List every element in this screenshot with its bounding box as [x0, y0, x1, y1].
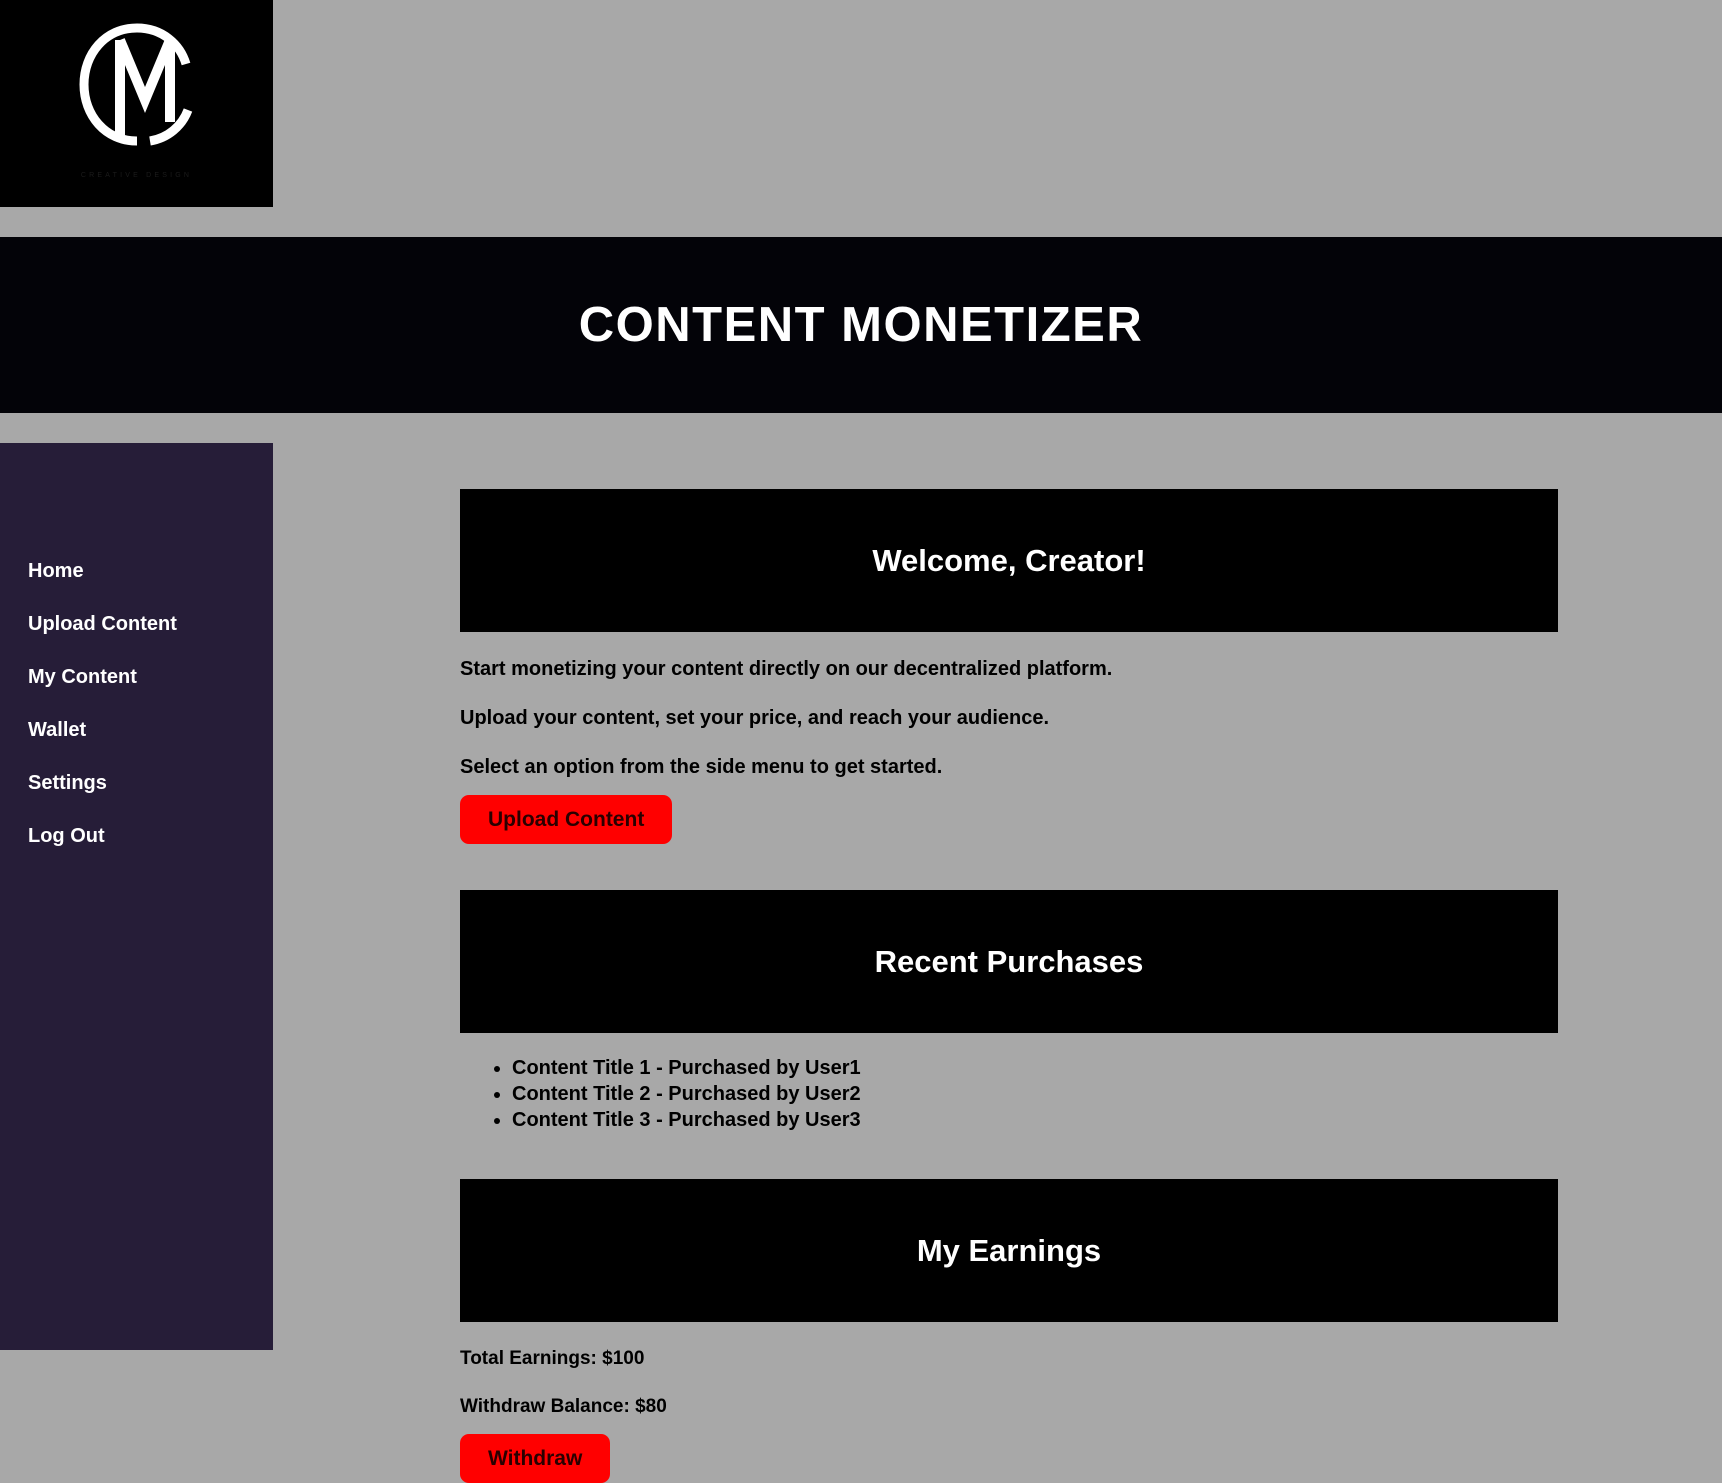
welcome-banner: Welcome, Creator! [460, 489, 1558, 632]
sidebar-item-my-content[interactable]: My Content [0, 659, 273, 712]
brand-logo-panel: CREATIVE DESIGN [0, 0, 273, 207]
sidebar-item-log-out[interactable]: Log Out [0, 818, 273, 871]
sidebar-item-home[interactable]: Home [0, 553, 273, 606]
app-header: CONTENT MONETIZER [0, 237, 1722, 413]
recent-purchases-heading: Recent Purchases [874, 943, 1144, 979]
recent-purchases-list: Content Title 1 - Purchased by User1 Con… [460, 1055, 1560, 1133]
welcome-heading: Welcome, Creator! [872, 542, 1146, 578]
brand-tagline: CREATIVE DESIGN [80, 172, 193, 179]
list-item: Content Title 3 - Purchased by User3 [512, 1107, 1560, 1133]
list-item: Content Title 1 - Purchased by User1 [512, 1055, 1560, 1081]
welcome-paragraph-1: Start monetizing your content directly o… [460, 658, 1113, 680]
list-item: Content Title 2 - Purchased by User2 [512, 1081, 1560, 1107]
my-earnings-banner: My Earnings [460, 1179, 1558, 1322]
sidebar-item-list: Home Upload Content My Content Wallet Se… [0, 553, 273, 871]
cm-monogram-logo-icon [72, 22, 202, 147]
withdraw-balance-value: Withdraw Balance: $80 [460, 1396, 667, 1417]
main-content: Welcome, Creator! Start monetizing your … [460, 443, 1560, 1483]
sidebar-item-settings[interactable]: Settings [0, 765, 273, 818]
recent-purchases-banner: Recent Purchases [460, 890, 1558, 1033]
my-earnings-heading: My Earnings [916, 1232, 1102, 1268]
upload-content-button[interactable]: Upload Content [460, 795, 673, 844]
welcome-paragraph-2: Upload your content, set your price, and… [460, 707, 1050, 729]
total-earnings-value: Total Earnings: $100 [460, 1348, 645, 1369]
withdraw-button[interactable]: Withdraw [460, 1434, 611, 1483]
welcome-paragraph-3: Select an option from the side menu to g… [460, 756, 943, 778]
sidebar-nav: Home Upload Content My Content Wallet Se… [0, 443, 273, 1350]
sidebar-item-upload-content[interactable]: Upload Content [0, 606, 273, 659]
page-title: CONTENT MONETIZER [578, 298, 1144, 352]
sidebar-item-wallet[interactable]: Wallet [0, 712, 273, 765]
